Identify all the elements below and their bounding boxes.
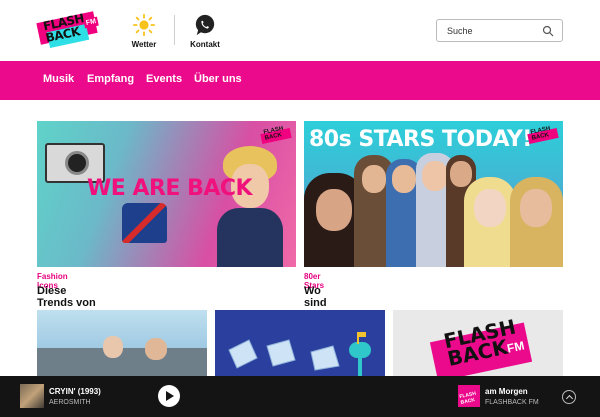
search-icon[interactable] [542, 25, 554, 37]
nav-item-ueber-uns[interactable]: Über uns [194, 73, 242, 85]
flashback-fm-logo[interactable]: FLASH BACK FM [36, 10, 99, 50]
nav-item-musik[interactable]: Musik [43, 73, 74, 85]
site-header: FLASH BACK FM Wetter Kontakt [0, 0, 600, 61]
chevron-up-icon[interactable] [562, 390, 576, 404]
station-logo: FLASH BACK [458, 385, 480, 407]
station-logo-text: FLASH BACK [458, 390, 477, 406]
image-headline: 80s STARS TODAY! [309, 127, 532, 152]
flashback-mini-logo: FLASH BACK [527, 125, 559, 145]
union-jack-shoe [122, 203, 167, 243]
search-input[interactable] [447, 24, 537, 38]
nav-item-empfang[interactable]: Empfang [87, 73, 134, 85]
contact-link[interactable]: Kontakt [175, 14, 235, 49]
stars-group-photo [304, 153, 563, 267]
track-artist: AEROSMITH [49, 399, 91, 406]
mini-logo-text: FLASH BACK [263, 125, 284, 142]
mini-logo-text: FLASH BACK [530, 125, 551, 142]
audio-player: CRYIN' (1993) AEROSMITH FLASH BACK am Mo… [0, 376, 600, 417]
mail-illustration [228, 332, 371, 376]
album-cover[interactable] [20, 384, 44, 408]
nav-item-events[interactable]: Events [146, 73, 182, 85]
flashback-mini-logo: FLASH BACK [260, 125, 292, 145]
play-icon[interactable] [158, 385, 180, 407]
weather-label: Wetter [131, 40, 157, 49]
sun-icon [133, 14, 155, 36]
article-tile-convertible[interactable] [37, 310, 207, 376]
main-nav: Musik Empfang Events Über uns [0, 61, 600, 100]
whatsapp-icon [195, 14, 215, 36]
contact-label: Kontakt [190, 40, 220, 49]
article-tile-mail[interactable] [215, 310, 385, 376]
weather-link[interactable]: Wetter [114, 14, 174, 49]
image-headline: WE ARE BACK [87, 176, 253, 201]
article-image[interactable]: 80s STARS TODAY! FLASH BACK [304, 121, 563, 267]
search-box[interactable] [436, 19, 563, 42]
station-name: FLASHBACK FM [485, 399, 539, 406]
track-title: CRYIN' (1993) [49, 387, 101, 396]
person-illustration [217, 146, 283, 267]
article-image[interactable]: WE ARE BACK FLASH BACK [37, 121, 296, 267]
article-tile-logo[interactable]: FLASH BACK FM [393, 310, 563, 376]
show-title: am Morgen [485, 387, 528, 396]
